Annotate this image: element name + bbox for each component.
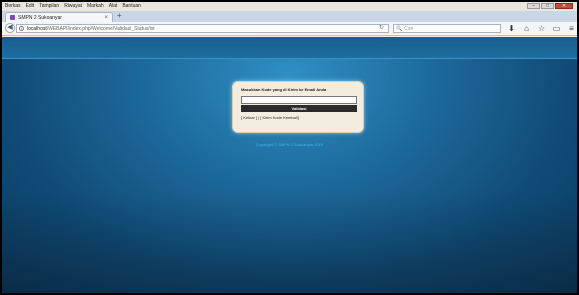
tab-title: SMPN 2 Sukoanyar (18, 14, 62, 21)
tab-active[interactable]: SMPN 2 Sukoanyar × (5, 12, 113, 22)
menu-berkas[interactable]: Berkas (5, 2, 21, 11)
reload-icon[interactable]: ↻ (379, 25, 384, 32)
tab-close-icon[interactable]: × (104, 15, 108, 21)
tab-strip: SMPN 2 Sukoanyar × + (2, 11, 577, 22)
favicon-icon (10, 15, 15, 20)
menu-markah[interactable]: Markah (87, 2, 104, 11)
menu-bar: Berkas Edit Tampilan Riwayat Markah Alat… (2, 2, 577, 11)
verification-code-input[interactable] (241, 96, 357, 104)
header-divider (2, 58, 577, 59)
validate-button[interactable]: Validasi (241, 105, 357, 112)
maximize-button[interactable]: □ (541, 3, 554, 9)
header-band (2, 37, 577, 59)
home-icon[interactable]: ⌂ (522, 23, 531, 34)
copyright-text: Copyright © SMPN 2 Sukoanyar 2019 (255, 142, 324, 147)
url-path: /WEBAPI/index.php/Welcome/Validasi_Statu… (46, 25, 155, 32)
validation-prompt: Masukkan Kode yang di Kirim ke Email And… (241, 87, 327, 92)
minimize-button[interactable]: – (527, 3, 540, 9)
search-placeholder: Cari (404, 25, 414, 32)
browser-window: Berkas Edit Tampilan Riwayat Markah Alat… (2, 2, 577, 293)
menu-alat[interactable]: Alat (109, 2, 118, 11)
menu-hamburger-icon[interactable]: ≡ (567, 23, 576, 34)
menu-bantuan[interactable]: Bantuan (122, 2, 141, 11)
page-content: Masukkan Kode yang di Kirim ke Email And… (2, 37, 577, 293)
menu-tampilan[interactable]: Tampilan (39, 2, 59, 11)
pocket-icon[interactable]: ▭ (552, 23, 561, 34)
window-controls: – □ ✕ (527, 3, 573, 9)
info-icon[interactable]: i (19, 26, 24, 31)
navigation-bar: ◀ i localhost/WEBAPI/index.php/Welcome/V… (2, 22, 577, 36)
toolbar-icons: ⬇ ⌂ ☆ ▭ ≡ (507, 23, 576, 34)
url-text: localhost/WEBAPI/index.php/Welcome/Valid… (27, 26, 155, 32)
close-window-button[interactable]: ✕ (555, 3, 573, 9)
validation-card: Masukkan Kode yang di Kirim ke Email And… (232, 81, 364, 133)
download-icon[interactable]: ⬇ (507, 23, 516, 34)
url-host: localhost (27, 25, 47, 32)
back-button[interactable]: ◀ (5, 23, 15, 33)
menu-riwayat[interactable]: Riwayat (64, 2, 82, 11)
new-tab-button[interactable]: + (117, 12, 122, 20)
address-bar[interactable]: i localhost/WEBAPI/index.php/Welcome/Val… (16, 24, 389, 33)
menu-edit[interactable]: Edit (26, 2, 35, 11)
bookmark-star-icon[interactable]: ☆ (537, 23, 546, 34)
search-icon: 🔍 (396, 25, 403, 32)
search-bar[interactable]: 🔍 Cari (393, 24, 501, 33)
card-links[interactable]: [ Keluar ] | [ Kirim Kode Kembali] (241, 115, 355, 121)
